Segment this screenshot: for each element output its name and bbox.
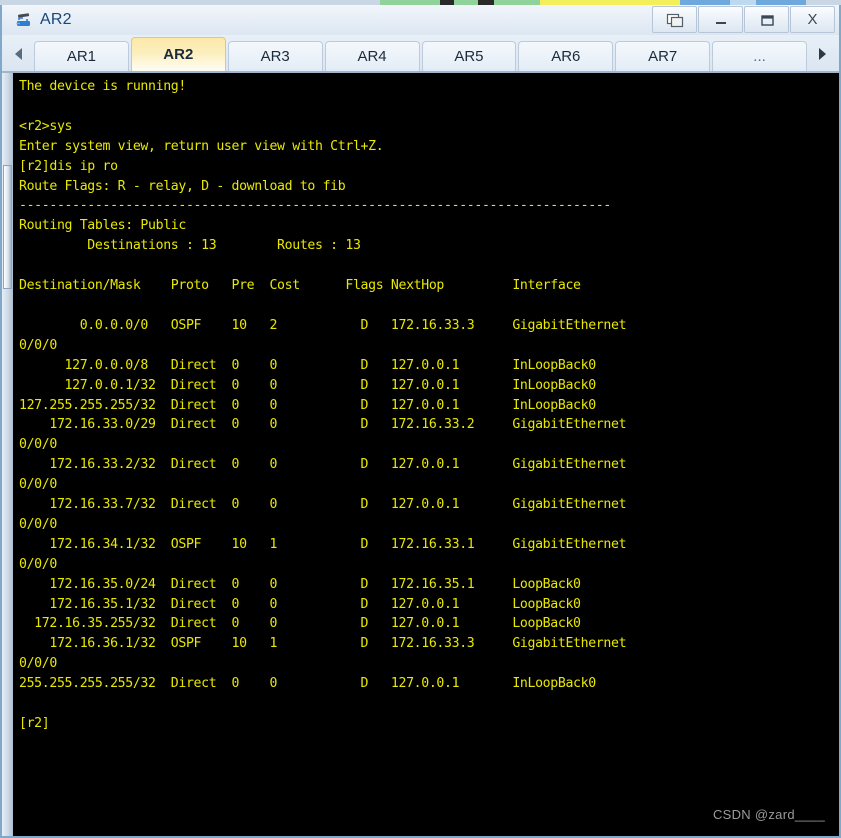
window-title: AR2 bbox=[40, 11, 72, 28]
tab-ar1[interactable]: AR1 bbox=[34, 41, 129, 71]
terminal-area: The device is running! <r2>sys Enter sys… bbox=[2, 73, 839, 836]
tab-label: AR6 bbox=[551, 48, 581, 65]
tab-label: ... bbox=[753, 48, 766, 65]
maximize-button[interactable] bbox=[744, 6, 789, 33]
close-icon: X bbox=[807, 11, 818, 28]
window-controls: X bbox=[651, 6, 835, 34]
tab-scroll-right-button[interactable] bbox=[807, 37, 837, 71]
tab-scroll-left-button[interactable] bbox=[4, 37, 34, 71]
tab-label: AR2 bbox=[163, 46, 194, 63]
device-console-window: AR2 X AR1 AR2 AR3 AR4 AR5 AR6 AR7 ... Th… bbox=[0, 5, 841, 838]
tab-ar3[interactable]: AR3 bbox=[227, 41, 323, 71]
tab-more[interactable]: ... bbox=[712, 41, 807, 71]
scrollbar-thumb[interactable] bbox=[3, 165, 12, 289]
terminal-scrollbar[interactable] bbox=[2, 73, 13, 836]
tab-label: AR5 bbox=[454, 48, 484, 65]
tab-ar7[interactable]: AR7 bbox=[615, 41, 711, 71]
tabs-strip: AR1 AR2 AR3 AR4 AR5 AR6 AR7 ... bbox=[34, 37, 807, 71]
terminal-output[interactable]: The device is running! <r2>sys Enter sys… bbox=[13, 73, 839, 836]
tab-label: AR4 bbox=[357, 48, 387, 65]
tab-label: AR7 bbox=[648, 48, 678, 65]
close-button[interactable]: X bbox=[790, 6, 835, 33]
tab-label: AR1 bbox=[66, 48, 97, 65]
tab-ar2[interactable]: AR2 bbox=[130, 37, 226, 71]
restore-windows-button[interactable] bbox=[652, 6, 697, 33]
watermark-text: CSDN @zard____ bbox=[712, 807, 825, 822]
tab-ar4[interactable]: AR4 bbox=[324, 41, 420, 71]
tab-ar5[interactable]: AR5 bbox=[421, 41, 517, 71]
background-patch bbox=[0, 0, 380, 3]
tab-ar6[interactable]: AR6 bbox=[518, 41, 614, 71]
tab-label: AR3 bbox=[260, 48, 290, 65]
device-tab-bar: AR1 AR2 AR3 AR4 AR5 AR6 AR7 ... bbox=[2, 35, 839, 73]
router-icon bbox=[14, 10, 34, 30]
minimize-button[interactable] bbox=[698, 6, 743, 33]
title-bar: AR2 X bbox=[2, 5, 839, 35]
